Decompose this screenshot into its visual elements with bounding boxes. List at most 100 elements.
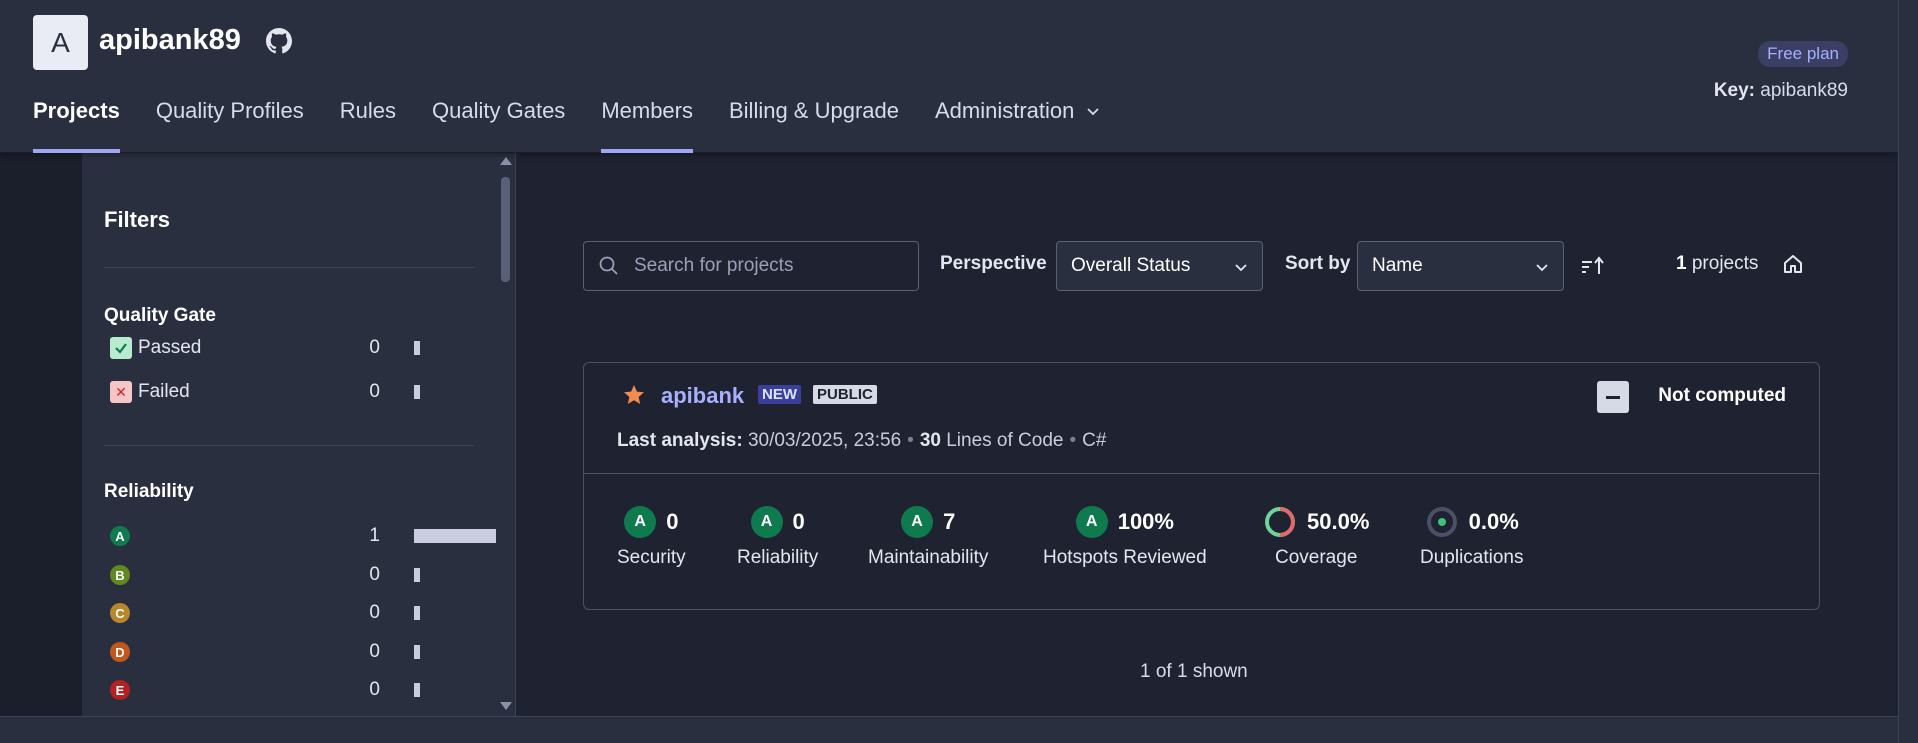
perspective-label: Perspective: [940, 253, 1047, 274]
facet-reliability-b[interactable]: B 0: [110, 560, 470, 590]
facet-bar: [414, 683, 420, 697]
metric-label: Duplications: [1420, 547, 1524, 568]
bottom-scrollbar[interactable]: [0, 716, 1918, 743]
facet-failed[interactable]: ✕ Failed 0: [110, 377, 470, 407]
metric-value: 100%: [1117, 509, 1174, 534]
metric-label: Maintainability: [868, 547, 989, 568]
facet-reliability-d[interactable]: D 0: [110, 637, 470, 667]
top-header: A apibank89 Projects Quality Profiles Ru…: [0, 0, 1898, 153]
chevron-down-icon: [1087, 108, 1100, 116]
metric-value: 0: [666, 509, 679, 534]
facet-bar: [414, 606, 420, 620]
new-tag: NEW: [758, 385, 801, 404]
facet-count: 0: [369, 564, 380, 585]
facet-bar: [414, 645, 420, 659]
metric-value: 7: [943, 509, 956, 534]
plan-badge: Free plan: [1758, 41, 1848, 67]
nav-rules[interactable]: Rules: [340, 98, 396, 153]
project-card: apibank NEW PUBLIC Not computed Last ana…: [583, 362, 1820, 610]
nav-members[interactable]: Members: [601, 98, 693, 153]
search-box[interactable]: [583, 241, 919, 291]
facet-count: 0: [369, 337, 380, 358]
facet-count: 1: [369, 525, 380, 546]
metric-duplications[interactable]: 0.0% Duplications: [1420, 505, 1524, 569]
search-icon: [599, 256, 618, 275]
grade-d-icon: D: [110, 642, 130, 662]
metric-value: 0: [792, 509, 805, 534]
facet-reliability-a[interactable]: A 1: [110, 521, 496, 551]
sort-select[interactable]: Name: [1357, 241, 1564, 291]
grade-a-icon: A: [750, 506, 783, 538]
metric-hotspots[interactable]: A 100% Hotspots Reviewed: [1043, 505, 1207, 569]
grade-a-icon: A: [1075, 506, 1108, 538]
chevron-down-icon: [1235, 264, 1247, 272]
facet-reliability-e[interactable]: E 0: [110, 675, 470, 705]
grade-e-icon: E: [110, 680, 130, 700]
left-gutter: [0, 153, 82, 716]
sort-ascending-icon[interactable]: [1580, 254, 1606, 278]
quality-gate-status: Not computed: [1658, 385, 1786, 406]
reliability-title: Reliability: [104, 481, 194, 502]
perspective-select[interactable]: Overall Status: [1056, 241, 1263, 291]
metric-maintainability[interactable]: A7 Maintainability: [868, 505, 988, 569]
grade-a-icon: A: [901, 506, 934, 538]
quality-gate-title: Quality Gate: [104, 305, 216, 326]
metric-reliability[interactable]: A0 Reliability: [737, 505, 818, 569]
metric-security[interactable]: A0 Security: [617, 505, 686, 569]
check-icon: [110, 337, 132, 359]
nav-quality-gates[interactable]: Quality Gates: [432, 98, 565, 153]
not-computed-icon: [1597, 381, 1629, 413]
sort-by-label: Sort by: [1285, 253, 1351, 274]
cross-icon: ✕: [110, 381, 132, 403]
grade-a-icon: A: [624, 506, 657, 538]
facet-reliability-c[interactable]: C 0: [110, 598, 470, 628]
grade-c-icon: C: [110, 603, 130, 623]
results-shown: 1 of 1 shown: [1140, 661, 1248, 682]
facet-count: 0: [369, 679, 380, 700]
filters-sidebar: Filters Quality Gate Passed 0 ✕ Failed 0…: [82, 153, 496, 716]
last-analysis: Last analysis: 30/03/2025, 23:56 • 30 Line…: [617, 430, 1107, 451]
facet-bar: [414, 385, 420, 399]
org-avatar[interactable]: A: [33, 15, 88, 70]
facet-count: 0: [369, 381, 380, 402]
sidebar-scrollbar[interactable]: [496, 153, 516, 716]
divider: [584, 473, 1819, 474]
page-scrollbar[interactable]: [1898, 0, 1918, 743]
scrollbar-thumb[interactable]: [501, 177, 510, 282]
duplications-icon: [1426, 507, 1457, 537]
facet-count: 0: [369, 602, 380, 623]
scroll-down-arrow-icon[interactable]: [500, 702, 512, 710]
facet-label: Passed: [138, 337, 202, 358]
metric-value: 0.0%: [1468, 509, 1519, 534]
scroll-up-arrow-icon[interactable]: [500, 157, 512, 165]
main-nav: Projects Quality Profiles Rules Quality …: [33, 98, 1136, 153]
home-icon[interactable]: [1781, 252, 1805, 276]
org-name[interactable]: apibank89: [99, 24, 241, 57]
facet-count: 0: [369, 641, 380, 662]
facet-bar: [414, 568, 420, 582]
metric-label: Coverage: [1275, 547, 1358, 568]
metric-label: Hotspots Reviewed: [1043, 547, 1207, 568]
chevron-down-icon: [1536, 264, 1548, 272]
facet-passed[interactable]: Passed 0: [110, 333, 470, 363]
metric-value: 50.0%: [1307, 509, 1370, 534]
nav-administration[interactable]: Administration: [935, 98, 1100, 153]
metric-label: Security: [617, 547, 686, 568]
divider: [104, 267, 474, 268]
filters-title: Filters: [104, 207, 171, 232]
nav-billing[interactable]: Billing & Upgrade: [729, 98, 899, 153]
nav-quality-profiles[interactable]: Quality Profiles: [156, 98, 304, 153]
star-icon[interactable]: [622, 383, 646, 407]
project-name-link[interactable]: apibank: [661, 383, 744, 409]
github-icon[interactable]: [266, 28, 292, 54]
search-input[interactable]: [634, 255, 904, 277]
public-tag: PUBLIC: [813, 385, 877, 404]
grade-a-icon: A: [110, 526, 130, 546]
facet-bar: [414, 341, 420, 355]
nav-projects[interactable]: Projects: [33, 98, 120, 153]
divider: [104, 445, 474, 446]
metric-coverage[interactable]: 50.0% Coverage: [1263, 505, 1369, 569]
coverage-donut-icon: [1265, 507, 1295, 537]
facet-bar: [414, 529, 496, 543]
org-key: Key: apibank89: [1713, 80, 1848, 101]
